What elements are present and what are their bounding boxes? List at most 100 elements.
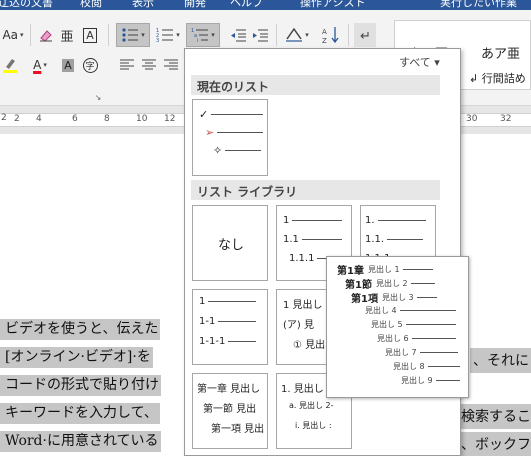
current-list-tile[interactable]: ✓ ➢ ✧ (192, 99, 268, 176)
numbering-button[interactable]: 123 ▾ (152, 23, 184, 47)
svg-text:i: i (197, 38, 198, 43)
phonetic-guide-button[interactable]: 亜 (58, 24, 76, 46)
tab-assist[interactable]: 操作アシスト (300, 0, 366, 10)
line (225, 150, 262, 151)
row-label: 1.1.1 (289, 253, 315, 264)
line (387, 239, 424, 240)
list-level-row: i. 見出し : (295, 420, 332, 431)
ruler-number: 6 (72, 114, 78, 124)
increase-indent-button[interactable] (250, 23, 270, 47)
preview-label: 第1項 (351, 294, 378, 305)
change-case-button[interactable]: Aa ▾ (0, 24, 26, 46)
filter-all-button[interactable]: すべて ▾ (399, 54, 440, 70)
sort-icon: AZ (322, 27, 339, 44)
list-level-row: 第一節 見出 (203, 400, 256, 415)
dialog-launcher-icon[interactable]: ↘ (92, 92, 104, 102)
list-style-none[interactable]: なし (192, 205, 268, 281)
spacing-icon (286, 27, 303, 42)
list-style-1-dash[interactable]: 1 1-1 1-1-1 (192, 289, 268, 365)
align-right-button[interactable] (162, 54, 180, 76)
doc-text: コードの形式で貼り付け (0, 375, 161, 396)
preview-row: 第1章 見出し 1 (337, 262, 433, 277)
row-label: i. 見出し : (295, 421, 332, 430)
line (377, 220, 426, 221)
style-no-spacing[interactable]: あア亜 ↲ 行間詰め (463, 21, 531, 89)
preview-row: 見出し 4 (361, 305, 456, 316)
char-border-button[interactable]: A (80, 24, 100, 46)
row-label: 第一章 見出し (197, 384, 261, 395)
line (208, 301, 257, 302)
line (411, 338, 456, 339)
numbered-list-icon: 123 (156, 28, 174, 43)
preview-tag: 見出し 9 (401, 376, 433, 385)
preview-tag: 見出し 3 (381, 293, 414, 302)
line (435, 380, 460, 381)
list-library-header: リスト ライブラリ (191, 180, 440, 200)
row-label: 1-1-1 (199, 336, 226, 347)
ruler-number: 8 (104, 114, 110, 124)
row-label: ① 見出 (293, 340, 326, 351)
line (211, 114, 264, 115)
row-label: (ア) 見 (283, 320, 314, 331)
doc-text: [オンライン·ビデオ]·を (0, 347, 153, 368)
tab-developer[interactable]: 開発 (184, 0, 206, 10)
row-label: 1. (365, 215, 375, 226)
line (228, 341, 257, 342)
align-center-button[interactable] (140, 54, 158, 76)
multilevel-list-icon: 1ai (191, 28, 209, 43)
tab-review[interactable]: 校閲 (80, 0, 102, 10)
line (218, 321, 257, 322)
show-marks-button[interactable]: ↵ (354, 23, 376, 47)
align-center-icon (142, 59, 156, 70)
line (405, 324, 456, 325)
chevron-down-icon: ▾ (305, 31, 309, 39)
multilevel-list-button[interactable]: 1ai ▾ (186, 23, 220, 47)
row-label: 1. 見出し (281, 384, 324, 395)
list-level-row: a. 見出し 2- (289, 400, 334, 411)
line (410, 283, 435, 284)
line (427, 366, 460, 367)
chevron-down-icon: ▾ (141, 31, 145, 39)
list-level-row: 1.1 (283, 234, 342, 245)
list-level-row: ✓ (199, 108, 264, 121)
bullets-button[interactable]: ▾ (116, 23, 150, 47)
list-level-row: ✧ (213, 144, 262, 157)
doc-text-right: 検索するこ (458, 404, 531, 429)
svg-text:Z: Z (322, 37, 327, 44)
font-color-button[interactable]: A ▾ (26, 54, 54, 76)
tab-help[interactable]: ヘルプ (230, 0, 263, 10)
svg-text:↵: ↵ (360, 29, 371, 43)
line (399, 310, 456, 311)
decrease-indent-button[interactable] (228, 23, 248, 47)
list-style-chapter[interactable]: 第一章 見出し 第一節 見出 第一項 見出 (192, 373, 268, 449)
enclose-char-button[interactable]: 字 (80, 54, 100, 76)
align-left-button[interactable] (118, 54, 136, 76)
row-label: 1-1 (199, 316, 216, 327)
ruler-number: 32 (500, 114, 512, 124)
check-icon: ✓ (199, 108, 209, 121)
line (292, 220, 343, 221)
tab-view[interactable]: 表示 (132, 0, 154, 10)
doc-text: キーワードを入力して、 (0, 403, 160, 424)
row-label: a. 見出し 2- (289, 401, 334, 410)
sort-button[interactable]: AZ (320, 23, 342, 47)
title-bar: 辽込の文書 校閲 表示 開発 ヘルプ 操作アシスト 実行したい作業 (0, 0, 531, 10)
arrow-bullet-icon: ➢ (205, 126, 215, 139)
align-right-icon (164, 59, 178, 70)
clear-format-button[interactable] (36, 24, 56, 46)
character-spacing-button[interactable]: ▾ (282, 23, 312, 47)
ruler-number: 4 (36, 114, 42, 124)
preview-row: 見出し 5 (367, 319, 456, 330)
char-shading-button[interactable]: A (58, 54, 78, 76)
list-style-preview-tooltip: 第1章 見出し 1 第1節 見出し 2 第1項 見出し 3 見出し 4 見出し 5 見… (326, 256, 469, 398)
chevron-down-icon: ▾ (176, 31, 180, 39)
line (416, 297, 437, 298)
ruler-number: 2 (14, 114, 20, 124)
chevron-down-icon: ▾ (20, 31, 24, 39)
word-window: { "titlebar": { "items": ["辽込の文書", "校閲",… (0, 0, 531, 456)
list-level-row: 第一項 見出 (211, 420, 264, 435)
highlight-button[interactable] (0, 54, 20, 76)
ruler-marker[interactable]: 2 (1, 113, 7, 123)
tell-me-box[interactable]: 実行したい作業 (440, 0, 517, 10)
doc-text: Word·に用意されている (0, 431, 161, 452)
